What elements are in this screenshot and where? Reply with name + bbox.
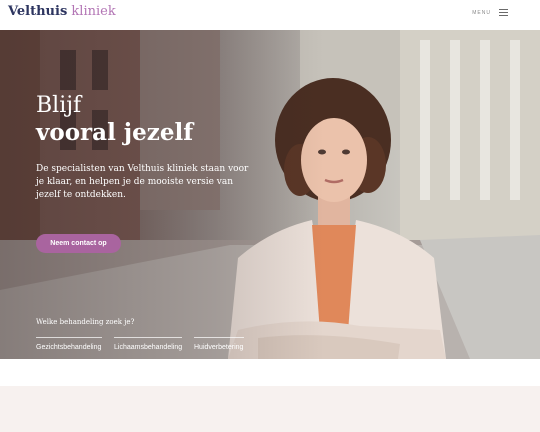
hero-text: De specialisten van Velthuis kliniek sta… xyxy=(36,164,249,200)
hero-title: Blijf vooral jezelf xyxy=(36,93,193,146)
logo[interactable]: Velthuis kliniek xyxy=(8,4,116,20)
content-spacer xyxy=(0,359,540,386)
menu-button[interactable]: MENU xyxy=(472,9,508,16)
hero-title-line2: vooral jezelf xyxy=(36,119,194,146)
content-section xyxy=(0,386,540,432)
contact-button[interactable]: Neem contact op xyxy=(36,234,121,253)
logo-brand: Velthuis xyxy=(8,4,68,19)
logo-sub: kliniek xyxy=(71,4,116,19)
hero-title-line1: Blijf xyxy=(36,93,82,118)
site-header: Velthuis kliniek MENU xyxy=(0,0,540,30)
hero: Blijf vooral jezelf De specialisten van … xyxy=(0,30,540,359)
category-link-face[interactable]: Gezichtsbehandeling xyxy=(36,337,102,351)
category-link-skin[interactable]: Huidverbetering xyxy=(194,337,244,351)
treatment-question: Welke behandeling zoek je? xyxy=(36,318,135,326)
menu-label: MENU xyxy=(472,9,491,16)
hamburger-icon xyxy=(499,9,508,16)
category-link-body[interactable]: Lichaamsbehandeling xyxy=(114,337,182,351)
